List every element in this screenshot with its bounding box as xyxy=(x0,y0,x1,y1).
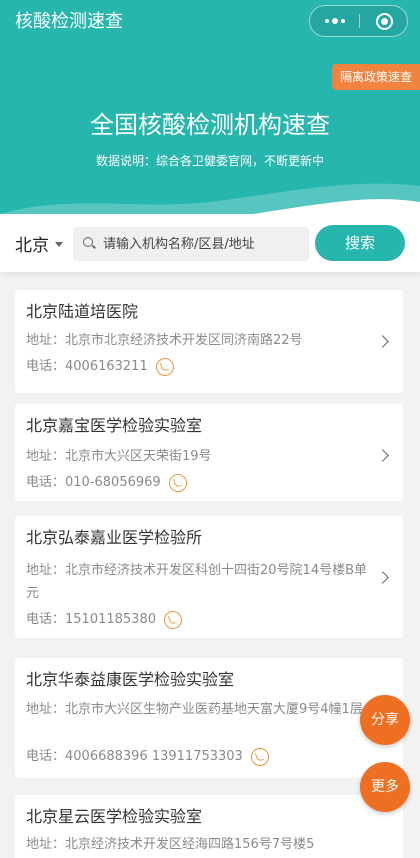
caret-down-icon xyxy=(55,241,63,247)
institution-card[interactable]: 北京陆道培医院 地址：北京市北京经济技术开发区同济南路22号 电话：400616… xyxy=(15,290,403,393)
institution-card[interactable]: 北京星云医学检验实验室 地址：北京经济技术开发区经海四路156号7号楼5 xyxy=(15,795,403,858)
phone-call-icon[interactable] xyxy=(250,748,269,766)
share-button[interactable]: 分享 xyxy=(360,695,410,745)
phone-number: 电话：010-68056969 xyxy=(26,475,161,490)
institution-name: 北京华泰益康医学检验实验室 xyxy=(26,670,235,689)
institution-card[interactable]: 北京嘉宝医学检验实验室 地址：北京市大兴区天荣街19号 电话：010-68056… xyxy=(15,404,403,501)
institution-address: 地址：北京市经济技术开发区科创十四街20号院14号楼B单元 xyxy=(26,563,368,601)
institution-card[interactable]: 北京弘泰嘉业医学检验所 地址：北京市经济技术开发区科创十四街20号院14号楼B单… xyxy=(15,516,403,638)
institution-address: 地址：北京经济技术开发区经海四路156号7号楼5 xyxy=(26,837,315,852)
institution-name: 北京弘泰嘉业医学检验所 xyxy=(26,528,203,547)
institution-card[interactable]: 北京华泰益康医学检验实验室 地址：北京市大兴区生物产业医药基地天富大厦9号4幢1… xyxy=(15,658,403,778)
institution-name: 北京嘉宝医学检验实验室 xyxy=(26,416,203,435)
search-icon xyxy=(83,237,95,249)
institution-phone: 电话：4006688396 13911753303 xyxy=(26,747,269,767)
city-label: 北京 xyxy=(15,235,49,256)
search-button[interactable]: 搜索 xyxy=(315,225,405,261)
data-note: 数据说明：综合各卫健委官网，不断更新中 xyxy=(95,154,324,168)
search-input[interactable] xyxy=(103,227,303,261)
institution-name: 北京星云医学检验实验室 xyxy=(26,807,203,826)
chevron-right-icon xyxy=(376,335,389,348)
more-button[interactable]: 更多 xyxy=(360,762,410,812)
institution-address: 地址：北京市北京经济技术开发区同济南路22号 xyxy=(26,333,303,348)
chevron-right-icon xyxy=(376,449,389,462)
institution-address: 地址：北京市大兴区天荣街19号 xyxy=(26,449,212,464)
phone-number: 电话：15101185380 xyxy=(26,612,156,627)
institution-phone: 电话：010-68056969 xyxy=(26,473,187,493)
quarantine-policy-button[interactable]: 隔离政策速查 xyxy=(332,64,420,90)
institution-phone: 电话：15101185380 xyxy=(26,610,182,630)
institution-phone: 电话：4006163211 xyxy=(26,357,174,377)
phone-call-icon[interactable] xyxy=(155,358,174,376)
institution-name: 北京陆道培医院 xyxy=(26,302,139,321)
close-mini-program-icon[interactable] xyxy=(360,6,408,36)
institution-address: 地址：北京市大兴区生物产业医药基地天富大厦9号4幢1层 xyxy=(26,702,363,717)
page-title: 全国核酸检测机构速查 xyxy=(90,111,330,139)
chevron-right-icon xyxy=(376,571,389,584)
search-bar: 北京 搜索 xyxy=(0,214,420,272)
mini-program-capsule xyxy=(309,5,408,37)
more-options-icon[interactable] xyxy=(310,6,359,36)
phone-number: 电话：4006688396 13911753303 xyxy=(26,749,243,764)
search-box xyxy=(73,227,309,261)
city-selector[interactable]: 北京 xyxy=(15,230,63,256)
phone-call-icon[interactable] xyxy=(168,474,187,492)
phone-number: 电话：4006163211 xyxy=(26,359,148,374)
app-title: 核酸检测速查 xyxy=(15,11,123,32)
phone-call-icon[interactable] xyxy=(163,611,182,629)
